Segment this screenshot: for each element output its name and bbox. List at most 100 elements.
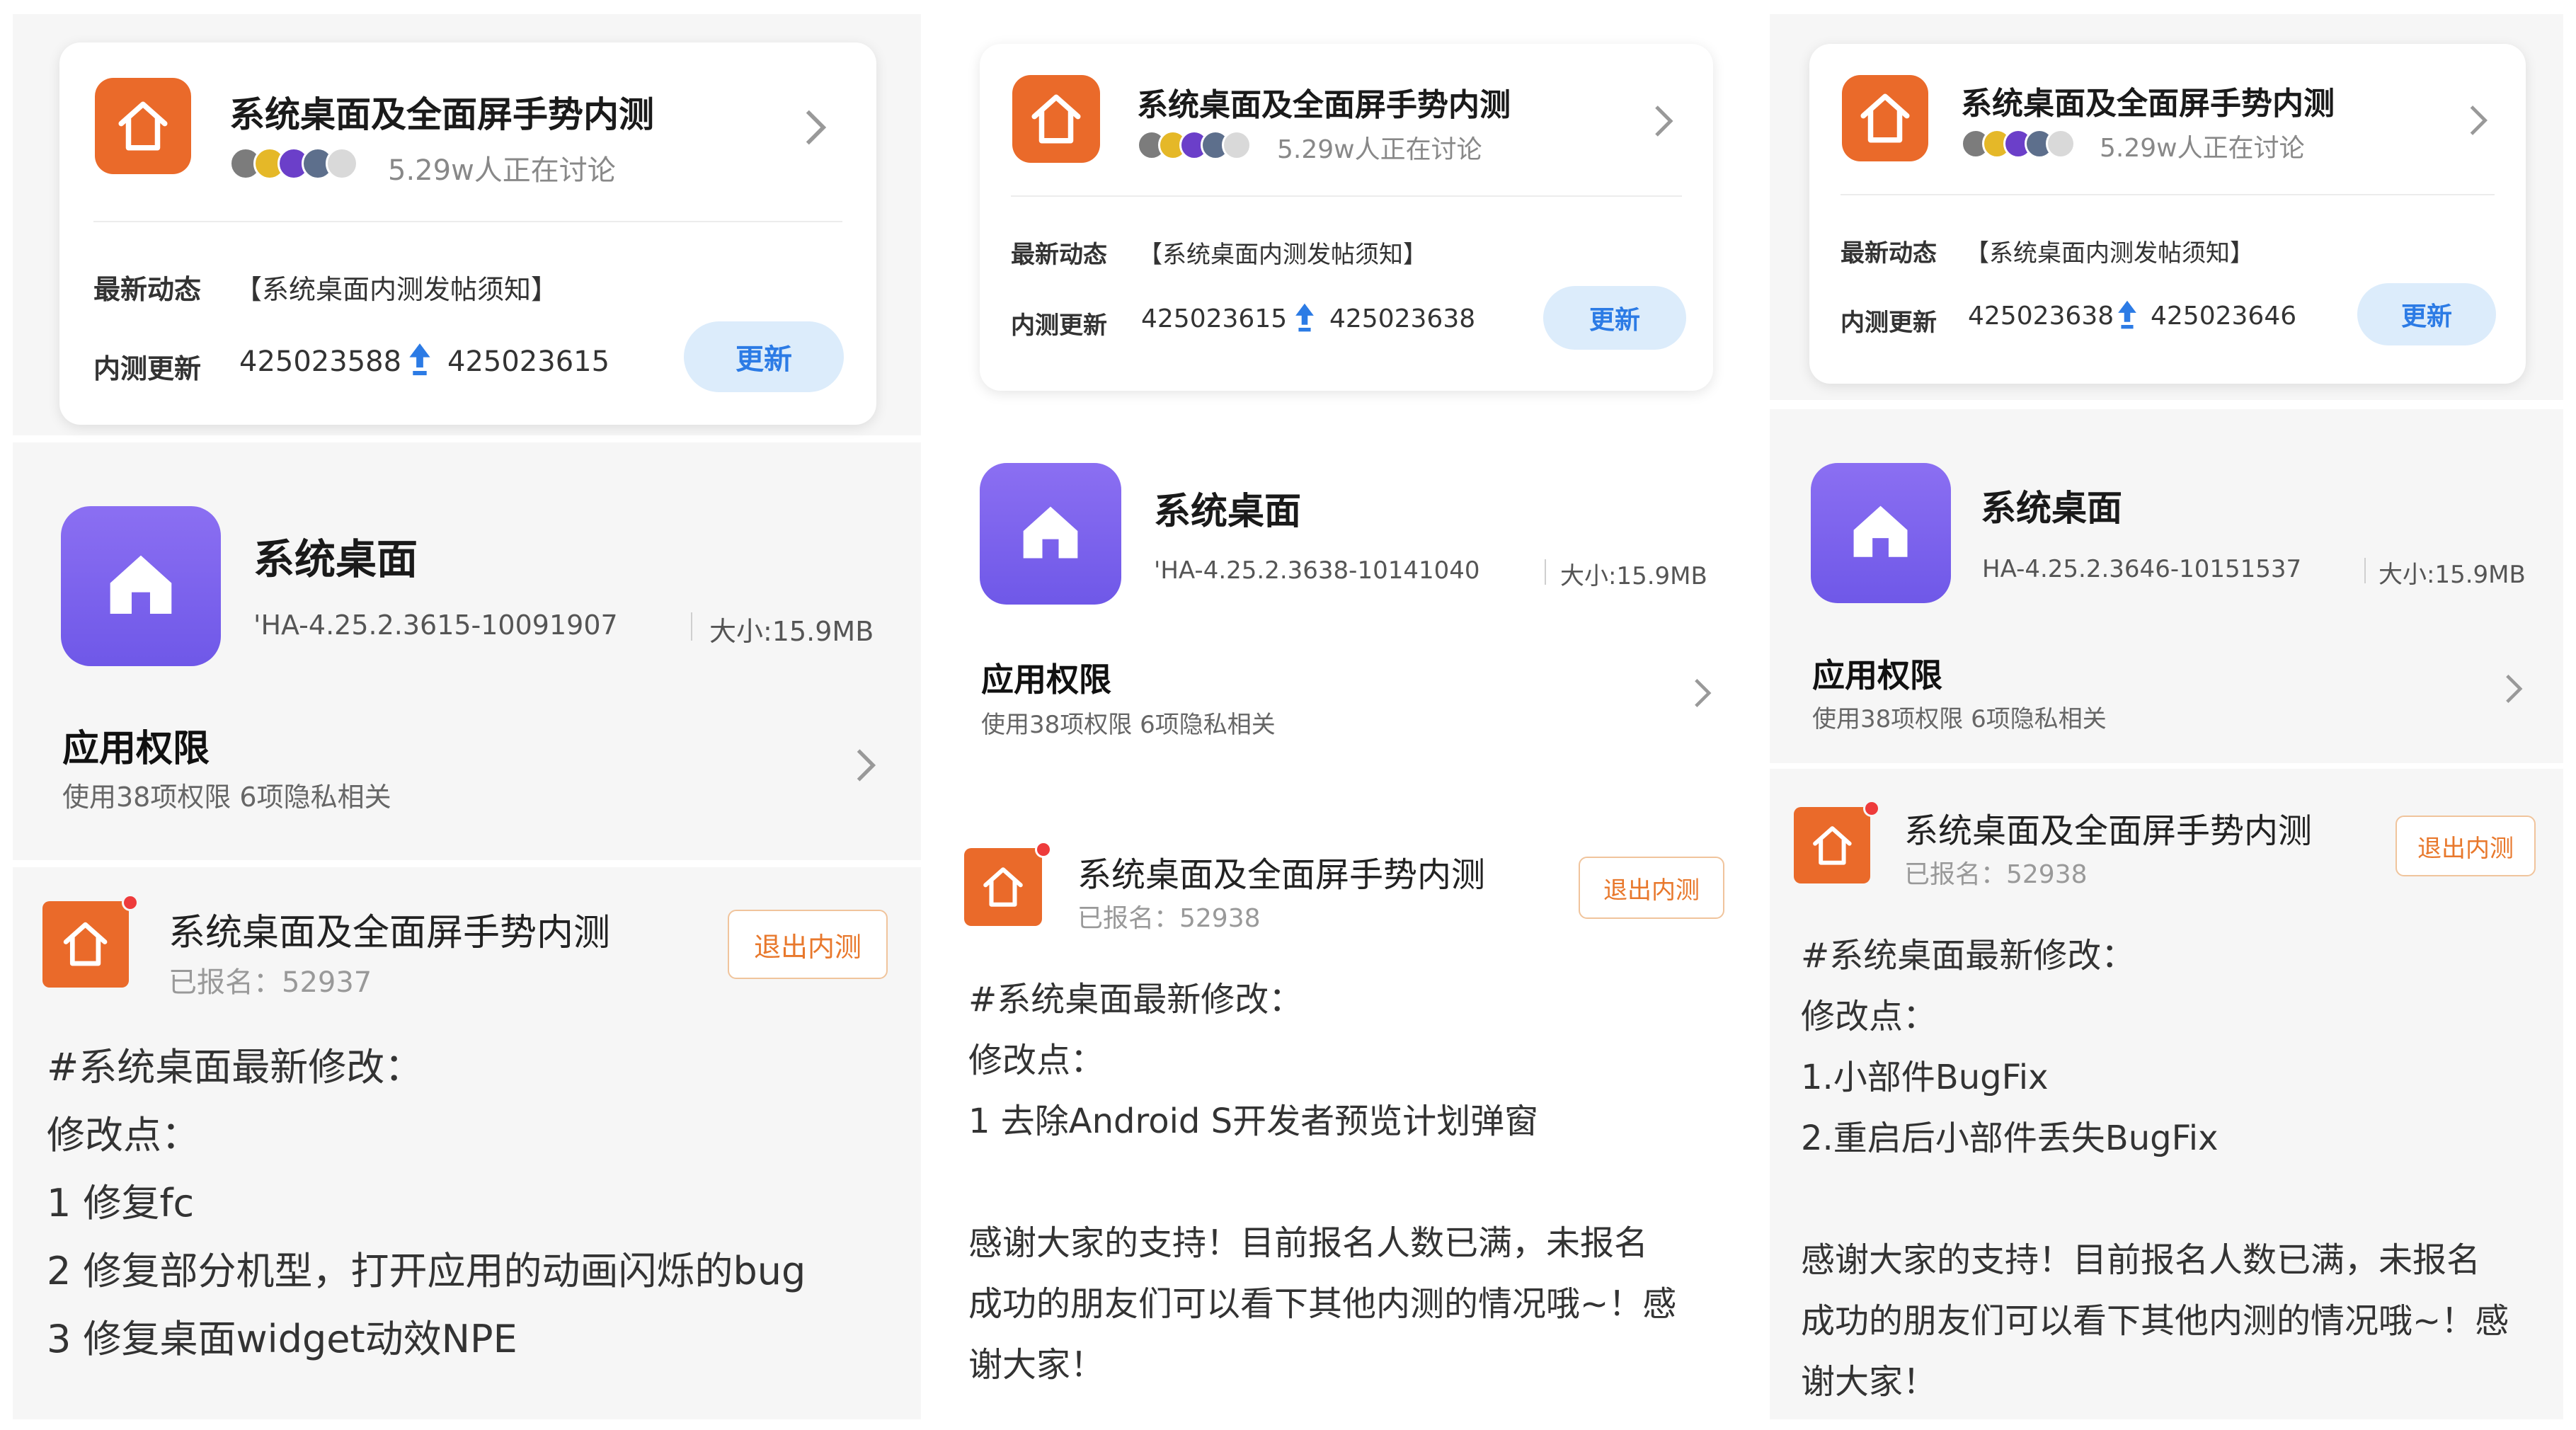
avatar xyxy=(326,147,358,180)
permission-subtitle: 使用38项权限 6项隐私相关 xyxy=(981,711,1276,739)
chevron-right-icon[interactable] xyxy=(1692,677,1713,709)
home-icon xyxy=(110,555,172,614)
quit-beta-button[interactable]: 退出内测 xyxy=(728,910,888,979)
app-icon xyxy=(1012,75,1100,163)
quit-beta-button[interactable]: 退出内测 xyxy=(1579,857,1724,919)
body-line: 成功的朋友们可以看下其他内测的情况哦~！感 xyxy=(1801,1301,2509,1341)
permission-title[interactable]: 应用权限 xyxy=(62,719,210,772)
discussing-count: 5.29w人正在讨论 xyxy=(2100,134,2305,163)
body-line: #系统桌面最新修改： xyxy=(1801,936,2136,976)
latest-label: 最新动态 xyxy=(93,274,202,305)
avatar xyxy=(1222,130,1252,160)
app-size: 大小:15.9MB xyxy=(709,616,874,647)
avatar xyxy=(2046,129,2076,159)
body-line: 修改点： xyxy=(1801,997,1937,1036)
chevron-right-icon[interactable] xyxy=(2468,103,2489,137)
body-line: 感谢大家的支持！目前报名人数已满，未报名 xyxy=(1801,1240,2481,1280)
separator xyxy=(1545,559,1546,585)
beta-message-section: 系统桌面及全面屏手势内测 已报名：52937 退出内测 #系统桌面最新修改： 修… xyxy=(13,867,921,1419)
latest-post-link[interactable]: 【系统桌面内测发帖须知】 xyxy=(235,268,558,307)
from-version: 425023615 xyxy=(1141,304,1288,333)
separator xyxy=(2364,558,2366,583)
permission-subtitle: 使用38项权限 6项隐私相关 xyxy=(62,782,391,813)
upload-arrow-icon xyxy=(2117,299,2138,330)
update-button[interactable]: 更新 xyxy=(1543,286,1686,350)
home-icon xyxy=(1031,94,1081,144)
update-button[interactable]: 更新 xyxy=(2357,283,2496,345)
body-line: 1 修复fc xyxy=(47,1181,195,1225)
chevron-right-icon[interactable] xyxy=(854,747,878,784)
community-card[interactable]: 系统桌面及全面屏手势内测 5.29w人正在讨论 最新动态 【系统桌面内测发帖须知… xyxy=(1809,44,2526,384)
home-icon xyxy=(1860,93,1910,143)
body-line: #系统桌面最新修改： xyxy=(47,1045,423,1089)
community-card[interactable]: 系统桌面及全面屏手势内测 5.29w人正在讨论 最新动态 【系统桌面内测发帖须知… xyxy=(59,42,876,425)
beta-icon xyxy=(1794,807,1870,883)
unread-dot xyxy=(1863,800,1880,817)
latest-post-link[interactable]: 【系统桌面内测发帖须知】 xyxy=(1965,234,2254,268)
to-version: 425023638 xyxy=(1329,304,1476,333)
beta-icon xyxy=(42,901,129,988)
divider xyxy=(93,221,842,222)
avatar-group xyxy=(1137,130,1252,160)
app-version: HA-4.25.2.3646-10151537 xyxy=(1982,555,2302,583)
body-line: 修改点： xyxy=(968,1041,1105,1080)
home-icon xyxy=(118,101,168,151)
home-icon xyxy=(64,922,108,966)
panel-3: 系统桌面及全面屏手势内测 5.29w人正在讨论 最新动态 【系统桌面内测发帖须知… xyxy=(1770,0,2563,1430)
upload-arrow-icon xyxy=(1294,302,1315,333)
body-line: 感谢大家的支持！目前报名人数已满，未报名 xyxy=(968,1223,1649,1263)
app-name: 系统桌面 xyxy=(1981,488,2122,529)
body-line: 1.小部件BugFix xyxy=(1801,1058,2049,1097)
home-icon xyxy=(1812,825,1852,865)
to-version: 425023646 xyxy=(2151,302,2297,331)
beta-title: 系统桌面及全面屏手势内测 xyxy=(1077,855,1486,895)
signup-count: 已报名：52938 xyxy=(1904,860,2088,889)
home-icon xyxy=(1023,506,1078,559)
body-line: 3 修复桌面widget动效NPE xyxy=(47,1317,517,1361)
app-version: 'HA-4.25.2.3615-10091907 xyxy=(253,610,618,641)
separator xyxy=(691,612,692,641)
body-line: 1 去除Android S开发者预览计划弹窗 xyxy=(968,1102,1539,1141)
app-icon xyxy=(61,506,221,666)
beta-title: 系统桌面及全面屏手势内测 xyxy=(168,912,611,954)
beta-icon xyxy=(964,848,1042,926)
body-line: 成功的朋友们可以看下其他内测的情况哦~！感 xyxy=(968,1284,1677,1324)
unread-dot xyxy=(1035,841,1052,858)
to-version: 425023615 xyxy=(447,345,610,378)
chevron-right-icon[interactable] xyxy=(1652,103,1675,139)
permission-title[interactable]: 应用权限 xyxy=(981,654,1111,701)
app-info-section: 系统桌面 'HA-4.25.2.3638-10141040 大小:15.9MB … xyxy=(933,425,1757,814)
body-line: #系统桌面最新修改： xyxy=(968,980,1303,1019)
card-title: 系统桌面及全面屏手势内测 xyxy=(229,94,654,135)
update-label: 内测更新 xyxy=(93,353,202,384)
update-label: 内测更新 xyxy=(1841,309,1937,337)
app-size: 大小:15.9MB xyxy=(2378,561,2526,589)
community-section: 系统桌面及全面屏手势内测 5.29w人正在讨论 最新动态 【系统桌面内测发帖须知… xyxy=(1770,14,2563,400)
app-name: 系统桌面 xyxy=(1154,491,1302,533)
signup-count: 已报名：52938 xyxy=(1077,904,1261,933)
latest-post-link[interactable]: 【系统桌面内测发帖须知】 xyxy=(1138,235,1427,270)
update-button[interactable]: 更新 xyxy=(684,321,844,392)
community-card[interactable]: 系统桌面及全面屏手势内测 5.29w人正在讨论 最新动态 【系统桌面内测发帖须知… xyxy=(980,44,1713,391)
panel-2: 系统桌面及全面屏手势内测 5.29w人正在讨论 最新动态 【系统桌面内测发帖须知… xyxy=(933,0,1757,1430)
quit-beta-button[interactable]: 退出内测 xyxy=(2395,816,2536,876)
chevron-right-icon[interactable] xyxy=(803,108,828,147)
body-line: 修改点： xyxy=(47,1113,200,1157)
latest-label: 最新动态 xyxy=(1841,239,1937,268)
app-icon xyxy=(980,463,1121,605)
app-size: 大小:15.9MB xyxy=(1560,562,1707,590)
body-line: 谢大家！ xyxy=(968,1345,1105,1385)
unread-dot xyxy=(122,894,139,911)
app-version: 'HA-4.25.2.3638-10141040 xyxy=(1154,556,1480,585)
app-info-section: 系统桌面 HA-4.25.2.3646-10151537 大小:15.9MB 应… xyxy=(1770,409,2563,763)
app-icon xyxy=(1811,463,1951,603)
card-title: 系统桌面及全面屏手势内测 xyxy=(1137,87,1511,123)
upload-arrow-icon xyxy=(408,341,432,377)
home-icon xyxy=(1854,506,1908,558)
body-line: 谢大家！ xyxy=(1801,1362,1937,1402)
update-label: 内测更新 xyxy=(1011,311,1107,340)
divider xyxy=(1011,195,1682,197)
chevron-right-icon[interactable] xyxy=(2503,673,2524,705)
card-title: 系统桌面及全面屏手势内测 xyxy=(1961,86,2335,122)
permission-title[interactable]: 应用权限 xyxy=(1812,650,1942,697)
